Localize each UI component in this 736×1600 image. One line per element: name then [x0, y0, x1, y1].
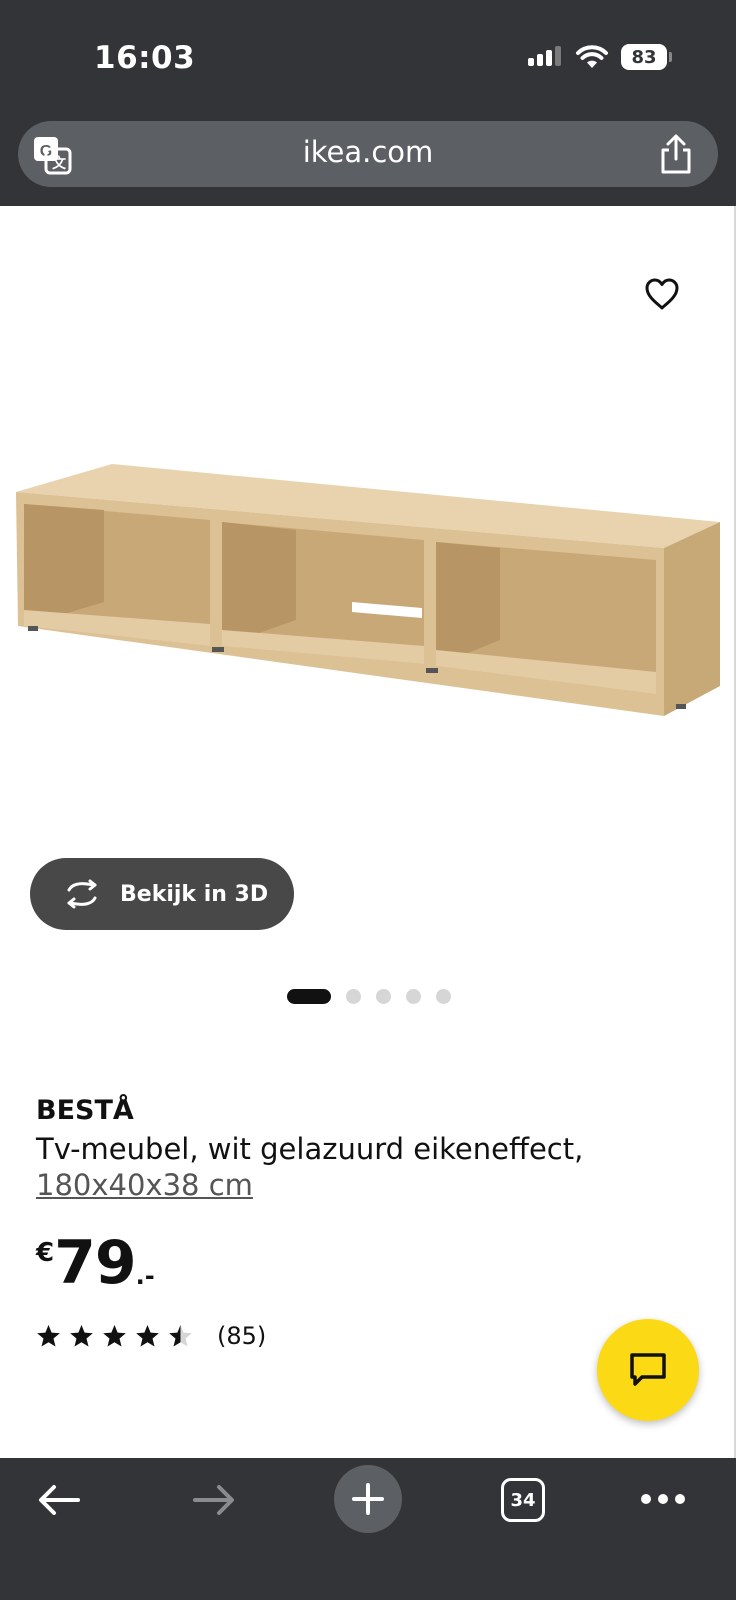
url-text[interactable]: ikea.com [18, 135, 718, 169]
gallery-dot-active[interactable] [287, 989, 331, 1004]
status-icons: 83 [527, 44, 672, 70]
star-half-icon [169, 1325, 192, 1347]
rating-stars [36, 1324, 193, 1348]
battery-level: 83 [621, 44, 667, 70]
view-3d-button[interactable]: Bekijk in 3D [30, 858, 294, 930]
product-rating[interactable]: (85) [36, 1322, 266, 1350]
new-tab-button[interactable] [334, 1465, 402, 1533]
tabs-icon[interactable]: 34 [501, 1478, 545, 1522]
gallery-dot[interactable] [406, 989, 421, 1004]
gallery-dot[interactable] [346, 989, 361, 1004]
battery-icon: 83 [621, 44, 672, 70]
star-full-icon [103, 1325, 126, 1347]
view-3d-label: Bekijk in 3D [120, 881, 269, 907]
gallery-pagination [287, 989, 451, 1004]
product-price: € 79 .- [36, 1232, 155, 1294]
back-arrow-icon[interactable] [36, 1480, 82, 1520]
status-time: 16:03 [94, 40, 196, 76]
price-decimals: .- [135, 1262, 155, 1290]
chat-icon [630, 1353, 666, 1386]
browser-top-bar: 16:03 83 G 文 ikea.com [0, 0, 736, 206]
address-bar[interactable]: G 文 ikea.com [18, 121, 718, 187]
signal-icon [528, 46, 561, 66]
star-full-icon [37, 1325, 60, 1347]
chat-button[interactable] [597, 1319, 699, 1421]
star-full-icon [136, 1325, 159, 1347]
price-currency: € [36, 1238, 55, 1268]
share-icon[interactable] [658, 133, 694, 175]
product-name: BESTÅ [36, 1095, 134, 1126]
favorite-heart-icon[interactable] [644, 277, 680, 311]
product-size-link[interactable]: 180x40x38 cm [36, 1168, 253, 1202]
gallery-dot[interactable] [436, 989, 451, 1004]
product-image[interactable] [0, 440, 736, 740]
review-count[interactable]: (85) [217, 1322, 266, 1350]
star-full-icon [70, 1325, 93, 1347]
product-description: Tv-meubel, wit gelazuurd eikeneffect, [36, 1132, 584, 1166]
gallery-dot[interactable] [376, 989, 391, 1004]
rotate-3d-icon [67, 879, 97, 909]
plus-icon [352, 1483, 384, 1515]
more-icon[interactable] [640, 1492, 686, 1506]
price-value: 79 [54, 1228, 136, 1298]
wifi-icon [576, 45, 608, 68]
forward-arrow-icon[interactable] [191, 1480, 237, 1520]
browser-bottom-bar: 34 [0, 1458, 736, 1600]
battery-tip [669, 52, 672, 62]
